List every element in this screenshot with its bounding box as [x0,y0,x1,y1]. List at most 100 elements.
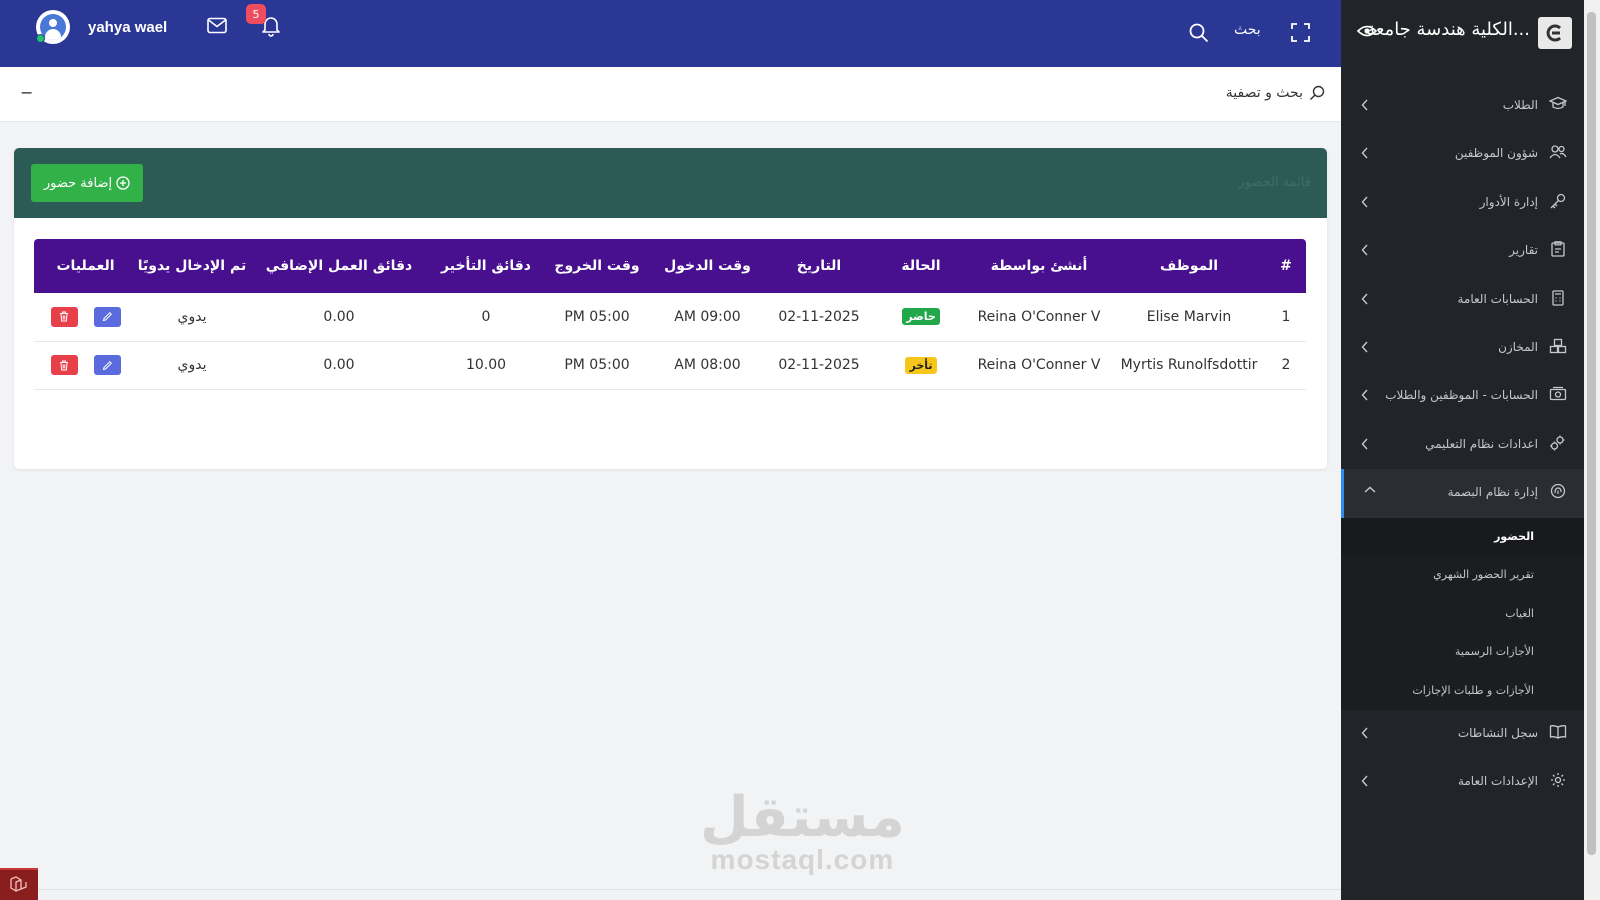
submenu-item-absence[interactable]: الغياب [1341,595,1584,634]
key-icon [1550,193,1566,209]
cell-employee: Myrtis Runolfsdottir [1120,357,1258,373]
sidebar-item-label: الطلاب [1502,98,1538,112]
chevron-left-icon [1361,727,1368,739]
cell-overtime: 0.00 [323,308,355,325]
trash-icon [60,311,68,322]
submenu-item-monthly-report[interactable]: تقرير الحضور الشهري [1341,556,1584,595]
user-menu[interactable]: yahya wael [36,10,167,44]
filter-title-text: بحث و تصفية [1225,85,1303,101]
cell-created-by: Reina O'Conner V [977,308,1101,325]
cell-actions [34,341,137,389]
book-icon [1549,725,1567,739]
top-navbar: yahya wael 5 بحث [0,0,1341,67]
sidebar-item-students[interactable]: الطلاب [1341,82,1584,130]
logo-icon [1546,24,1562,42]
brand-name[interactable]: الكلية هندسة جامعة... [1366,19,1530,40]
cell-manual: يدوي [177,357,207,373]
chevron-left-icon [1361,438,1368,450]
filter-title[interactable]: بحث و تصفية [1226,85,1325,101]
sidebar-item-activity-log[interactable]: سجل النشاطات [1341,710,1584,758]
pencil-icon [102,312,112,322]
col-number: # [1280,258,1292,274]
status-badge: تأخر [905,356,937,374]
edit-button[interactable] [93,355,121,375]
sidebar-item-general-settings[interactable]: الإعدادات العامة [1341,758,1584,806]
search-label[interactable]: بحث [1234,22,1261,38]
cell-number: 2 [1281,357,1291,373]
sidebar-item-education-settings[interactable]: اعدادات نظام التعليمي [1341,421,1584,469]
brand-logo[interactable] [1538,17,1572,49]
submenu-item-label: الحضور [1494,529,1534,543]
cell-status: تأخر [876,341,966,389]
submenu-item-label: الأجازات الرسمية [1455,645,1534,659]
cell-employee: Elise Marvin [1146,308,1232,325]
avatar[interactable] [36,10,70,44]
submenu-item-label: الأجازات و طلبات الإجازات [1412,683,1534,697]
clipboard-icon [1551,241,1565,257]
watermark: مستقل mostaql.com [700,790,905,876]
gear-icon [1551,773,1565,788]
table-header-row: # الموظف أنشئ بواسطة الحالة التاريخ وقت … [34,239,1306,293]
mail-icon[interactable] [207,17,227,34]
sidebar-item-reports[interactable]: تقارير [1341,227,1584,275]
submenu-item-label: الغياب [1505,606,1534,620]
cell-late: 0 [481,308,491,325]
calculator-icon [1552,289,1564,306]
money-icon [1549,387,1567,401]
watermark-latin: mostaql.com [710,844,895,875]
search-filter-bar: بحث و تصفية − [0,67,1341,122]
submenu-item-leave-requests[interactable]: الأجازات و طلبات الإجازات [1341,672,1584,711]
table-row: 1 Elise Marvin Reina O'Conner V حاضر 02-… [34,293,1306,341]
boxes-icon [1549,338,1567,354]
eye-toggle-icon[interactable] [1357,24,1377,38]
sidebar-brand: الكلية هندسة جامعة... [1341,0,1584,67]
sidebar-item-label: تقارير [1509,243,1538,258]
laravel-icon [10,876,27,892]
chevron-up-icon [1364,486,1376,493]
cell-actions [34,293,137,341]
chevron-left-icon [1361,775,1368,787]
sidebar-item-general-accounts[interactable]: الحسابات العامة [1341,276,1584,324]
search-icon[interactable] [1189,23,1209,43]
sidebar-item-label: إدارة الأدوار [1479,194,1538,209]
submenu-item-label: تقرير الحضور الشهري [1433,568,1534,582]
delete-button[interactable] [50,355,78,375]
gears-icon [1550,435,1565,451]
cell-time-out: PM 05:00 [564,308,630,325]
sidebar-item-label: الحسابات العامة [1457,291,1538,306]
col-created-by: أنشئ بواسطة [990,258,1088,274]
col-overtime-minutes: دقائق العمل الإضافي [265,258,413,274]
submenu-item-official-holidays[interactable]: الأجازات الرسمية [1341,633,1584,672]
sidebar-item-employees[interactable]: شؤون الموظفين [1341,130,1584,178]
sidebar-item-employee-student-accounts[interactable]: الحسابات - الموظفين والطلاب [1341,372,1584,420]
cell-created-by: Reina O'Conner V [977,357,1101,373]
scrollbar-thumb[interactable] [1587,12,1596,855]
attendance-table: # الموظف أنشئ بواسطة الحالة التاريخ وقت … [34,239,1306,390]
sidebar-item-warehouses[interactable]: المخازن [1341,324,1584,372]
sidebar-item-label: المخازن [1498,339,1538,354]
col-time-out: وقت الخروج [554,258,640,274]
fullscreen-icon[interactable] [1291,23,1310,42]
sidebar-item-fingerprint-system[interactable]: إدارة نظام البصمة [1341,469,1584,518]
submenu-item-attendance[interactable]: الحضور [1341,517,1584,557]
cell-time-in: AM 09:00 [674,308,741,325]
delete-button[interactable] [50,306,78,327]
col-late-minutes: دقائق التأخير [441,258,531,274]
chevron-left-icon [1361,341,1368,353]
sidebar-menu: الطلاب شؤون الموظفين إدارة الأدوار تقاري… [1341,82,1584,807]
footer-divider [38,889,1341,890]
graduation-cap-icon [1549,96,1567,110]
online-status-dot [36,34,45,43]
cell-status: حاضر [876,293,966,341]
sidebar-item-roles[interactable]: إدارة الأدوار [1341,179,1584,227]
sidebar: الكلية هندسة جامعة... الطلاب شؤون الموظف… [1341,0,1584,900]
sidebar-item-label: سجل النشاطات [1457,726,1538,741]
notification-badge: 5 [246,4,266,24]
laravel-debugbar-button[interactable] [0,868,38,900]
collapse-button[interactable]: − [20,83,33,102]
username[interactable]: yahya wael [88,19,167,36]
cell-date: 02-11-2025 [778,357,860,373]
cell-number: 1 [1281,308,1291,325]
edit-button[interactable] [93,306,121,327]
add-attendance-button[interactable]: إضافة حضور [31,164,143,202]
